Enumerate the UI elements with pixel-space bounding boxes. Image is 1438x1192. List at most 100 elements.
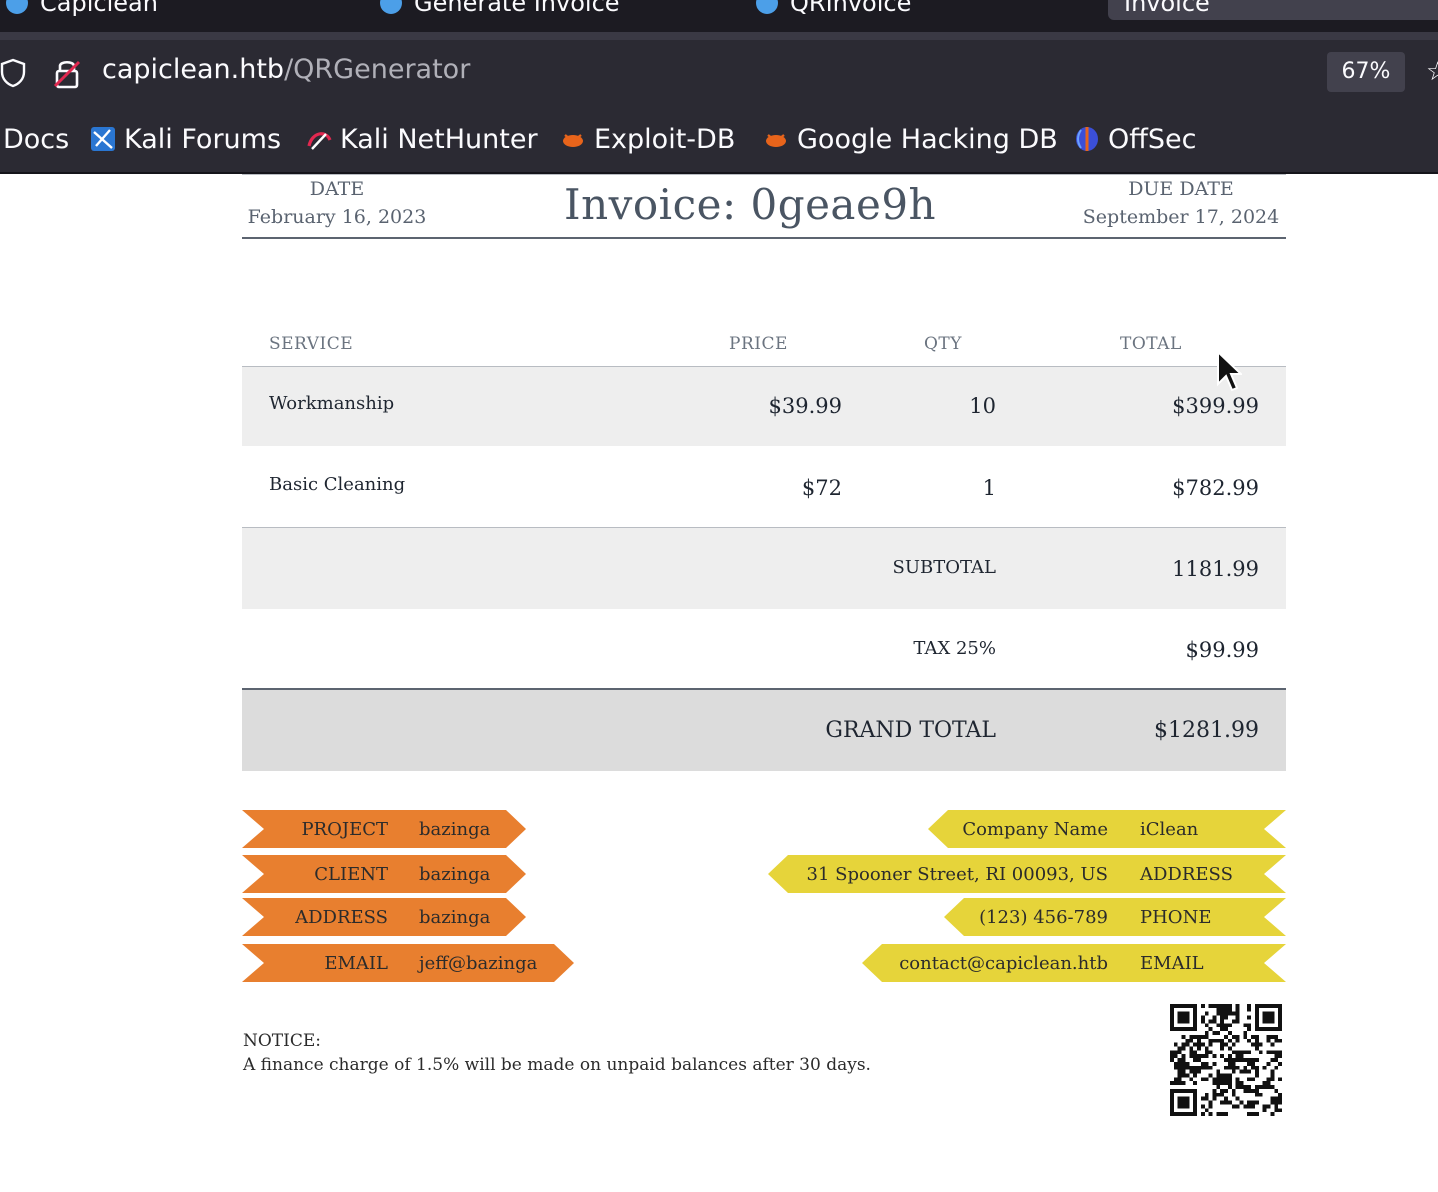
column-header-qty: QTY	[924, 334, 962, 354]
total-cell: $782.99	[1172, 476, 1259, 500]
subtotal-row: SUBTOTAL 1181.99	[242, 528, 1286, 609]
tab-strip: Capiclean Generate Invoice QRInvoice Inv…	[0, 0, 1438, 34]
invoice-date: DATE February 16, 2023	[242, 178, 432, 228]
tabstrip-divider	[0, 32, 1438, 40]
bookmark-label: Exploit-DB	[594, 123, 736, 155]
kali-forums-icon	[91, 127, 115, 151]
globe-icon	[756, 0, 778, 14]
due-date-value: September 17, 2024	[1082, 206, 1280, 228]
qty-cell: 1	[982, 476, 996, 500]
tag-value: bazinga	[419, 907, 491, 928]
price-cell: $39.99	[768, 394, 842, 418]
globe-icon	[380, 0, 402, 14]
url-field[interactable]: capiclean.htb/QRGenerator 67% ☆	[0, 40, 1438, 104]
bookmark-star-icon[interactable]: ☆	[1426, 60, 1438, 84]
company-phone-tag: (123) 456-789 PHONE	[944, 898, 1286, 936]
tag-key: EMAIL	[1140, 953, 1204, 974]
client-address-tag: ADDRESS bazinga	[242, 898, 526, 936]
subtotal-label: SUBTOTAL	[892, 557, 996, 578]
grand-total-row: GRAND TOTAL $1281.99	[242, 690, 1286, 771]
tab-label: Capiclean	[40, 0, 158, 17]
url-host: capiclean.htb	[102, 54, 285, 85]
tag-value: (123) 456-789	[979, 907, 1108, 928]
company-email-tag: contact@capiclean.htb EMAIL	[862, 944, 1286, 982]
ghdb-icon	[766, 134, 786, 147]
tag-value: bazinga	[419, 819, 491, 840]
tab-capiclean[interactable]: Capiclean	[6, 0, 158, 20]
bookmark-label: Docs	[3, 123, 70, 155]
tag-key: EMAIL	[324, 953, 388, 974]
due-date-label: DUE DATE	[1128, 178, 1234, 200]
bookmark-kali-nethunter[interactable]: Kali NetHunter	[306, 123, 538, 155]
client-project-tag: PROJECT bazinga	[242, 810, 526, 848]
tax-row: TAX 25% $99.99	[242, 609, 1286, 688]
kali-nethunter-icon	[307, 132, 332, 150]
notice-text: A finance charge of 1.5% will be made on…	[243, 1055, 871, 1075]
tag-key: Company Name	[962, 819, 1108, 840]
navigation-toolbar: capiclean.htb/QRGenerator 67% ☆	[0, 40, 1438, 104]
tag-value: iClean	[1140, 819, 1199, 840]
tab-label: Invoice	[1124, 0, 1210, 17]
tax-value: $99.99	[1185, 638, 1259, 662]
bookmark-kali-forums[interactable]: Kali Forums	[90, 123, 282, 155]
date-value: February 16, 2023	[247, 206, 427, 228]
tag-key: ADDRESS	[1140, 864, 1233, 885]
total-cell: $399.99	[1172, 394, 1259, 418]
bookmark-docs[interactable]: Docs	[3, 123, 70, 155]
exploit-db-icon	[563, 134, 583, 147]
column-header-service: SERVICE	[269, 334, 354, 354]
tag-key: ADDRESS	[295, 907, 388, 928]
date-label: DATE	[309, 178, 365, 200]
insecure-lock-icon[interactable]	[52, 56, 82, 90]
company-address-tag: 31 Spooner Street, RI 00093, US ADDRESS	[768, 855, 1286, 893]
tag-key: CLIENT	[314, 864, 388, 885]
subtotal-value: 1181.99	[1172, 557, 1259, 581]
tag-value: bazinga	[419, 864, 491, 885]
tab-qrinvoice[interactable]: QRInvoice	[756, 0, 911, 20]
bookmark-google-hacking-db[interactable]: Google Hacking DB	[763, 123, 1058, 155]
tax-label: TAX 25%	[913, 638, 996, 659]
tag-key: PHONE	[1140, 907, 1212, 928]
service-cell: Basic Cleaning	[269, 474, 406, 495]
column-header-total: TOTAL	[1120, 334, 1182, 354]
bookmark-label: Google Hacking DB	[797, 123, 1058, 155]
client-name-tag: CLIENT bazinga	[242, 855, 526, 893]
notice-title: NOTICE:	[243, 1031, 322, 1051]
url-path: /QRGenerator	[284, 54, 471, 85]
tab-generate-invoice[interactable]: Generate Invoice	[380, 0, 620, 20]
column-header-price: PRICE	[729, 334, 788, 354]
service-cell: Workmanship	[269, 393, 395, 414]
client-email-tag: EMAIL jeff@bazinga	[242, 944, 574, 982]
bookmark-offsec[interactable]: OffSec	[1074, 123, 1197, 155]
globe-icon	[6, 0, 28, 14]
grand-total-value: $1281.99	[1154, 718, 1259, 743]
tag-value: 31 Spooner Street, RI 00093, US	[806, 864, 1108, 885]
bookmark-label: Kali NetHunter	[340, 123, 538, 155]
tag-value: jeff@bazinga	[419, 953, 538, 974]
url-text[interactable]: capiclean.htb/QRGenerator	[102, 54, 470, 85]
offsec-icon	[1076, 127, 1098, 151]
zoom-indicator[interactable]: 67%	[1327, 52, 1405, 92]
bookmark-exploit-db[interactable]: Exploit-DB	[560, 123, 736, 155]
bookmark-label: Kali Forums	[124, 123, 282, 155]
tab-label: QRInvoice	[790, 0, 912, 17]
qr-code-image	[1170, 1004, 1282, 1116]
bookmark-label: OffSec	[1108, 123, 1197, 155]
shield-icon[interactable]	[0, 58, 26, 88]
notice: NOTICE: A finance charge of 1.5% will be…	[243, 1029, 871, 1077]
tab-label: Generate Invoice	[414, 0, 620, 17]
header-bottom-rule	[242, 237, 1286, 239]
header-top-rule	[242, 174, 1286, 175]
company-name-tag: Company Name iClean	[928, 810, 1286, 848]
price-cell: $72	[801, 476, 842, 500]
mouse-cursor-icon	[1217, 350, 1242, 392]
tag-value: contact@capiclean.htb	[899, 953, 1108, 974]
invoice-title: Invoice: 0geae9h	[564, 180, 937, 229]
qty-cell: 10	[969, 394, 996, 418]
invoice-due-date: DUE DATE September 17, 2024	[1076, 178, 1286, 228]
grand-total-label: GRAND TOTAL	[825, 718, 996, 743]
tab-invoice[interactable]: Invoice	[1108, 0, 1438, 20]
bookmarks-toolbar: Docs Kali Forums Kali NetHunter Exploit-…	[0, 104, 1438, 174]
tag-key: PROJECT	[301, 819, 388, 840]
table-row: Workmanship $39.99 10 $399.99	[242, 367, 1286, 446]
